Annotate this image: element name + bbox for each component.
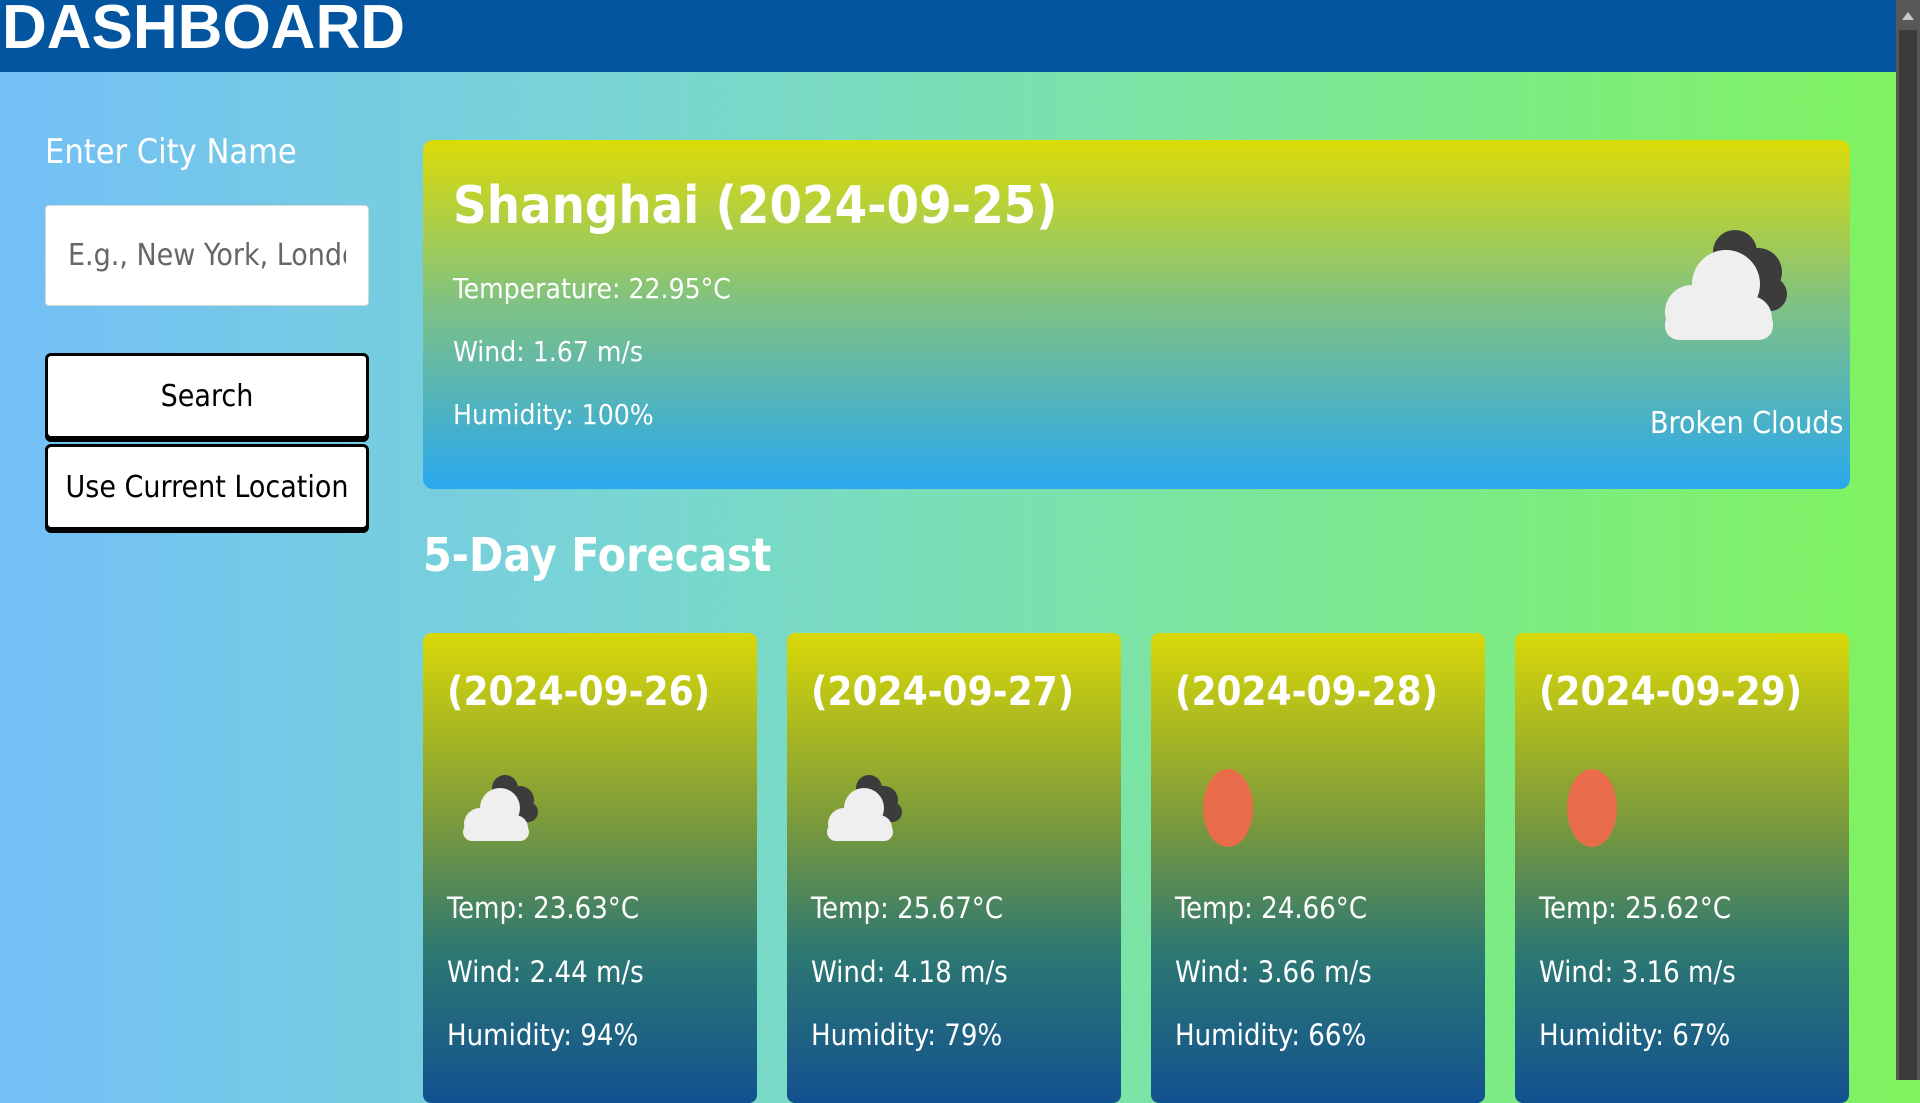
forecast-wind: Wind: 2.44 m/s [447,955,644,989]
forecast-card: (2024-09-29) Temp: 25.62°C Wind: 3.16 m/… [1515,633,1849,1103]
clear-sky-icon [1567,769,1617,847]
broken-clouds-icon [827,775,902,841]
forecast-date: (2024-09-29) [1539,669,1803,715]
forecast-date: (2024-09-27) [811,669,1075,715]
forecast-heading: 5-Day Forecast [423,528,772,582]
forecast-card: (2024-09-27) Temp: 25.67°C Wind: 4.18 m/… [787,633,1121,1103]
forecast-wind: Wind: 3.66 m/s [1175,955,1372,989]
app-title: DASHBOARD [2,0,405,62]
forecast-humidity: Humidity: 66% [1175,1018,1367,1052]
broken-clouds-icon [463,775,538,841]
forecast-date: (2024-09-26) [447,669,711,715]
forecast-temperature: Temp: 25.67°C [811,891,1004,925]
scrollbar-thumb[interactable] [1899,30,1917,1080]
forecast-card: (2024-09-26) Temp: 23.63°C Wind: 2.44 m/… [423,633,757,1103]
forecast-date: (2024-09-28) [1175,669,1439,715]
search-button[interactable]: Search [45,353,369,439]
vertical-scrollbar[interactable] [1896,0,1920,1080]
current-weather-description: Broken Clouds [1650,406,1844,441]
city-input-label: Enter City Name [45,132,297,172]
top-bar: DASHBOARD [0,0,1896,72]
forecast-card: (2024-09-28) Temp: 24.66°C Wind: 3.66 m/… [1151,633,1485,1103]
forecast-temperature: Temp: 24.66°C [1175,891,1368,925]
current-weather-card: Shanghai (2024-09-25) Temperature: 22.95… [423,140,1850,489]
forecast-wind: Wind: 4.18 m/s [811,955,1008,989]
city-search-input[interactable] [45,205,369,306]
forecast-humidity: Humidity: 79% [811,1018,1003,1052]
current-weather-title: Shanghai (2024-09-25) [453,176,1058,236]
clear-sky-icon [1203,769,1253,847]
forecast-wind: Wind: 3.16 m/s [1539,955,1736,989]
current-humidity: Humidity: 100% [453,398,654,431]
broken-clouds-icon [1665,230,1787,340]
current-temperature: Temperature: 22.95°C [453,272,731,305]
forecast-temperature: Temp: 23.63°C [447,891,640,925]
current-wind: Wind: 1.67 m/s [453,335,643,368]
forecast-humidity: Humidity: 67% [1539,1018,1731,1052]
forecast-temperature: Temp: 25.62°C [1539,891,1732,925]
scroll-up-arrow-icon[interactable] [1902,12,1914,20]
use-current-location-button[interactable]: Use Current Location [45,444,369,530]
forecast-humidity: Humidity: 94% [447,1018,639,1052]
